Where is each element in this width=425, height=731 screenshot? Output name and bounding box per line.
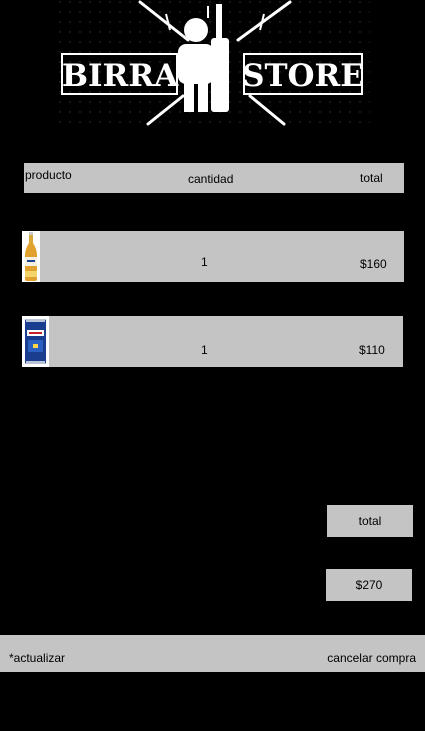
column-product: producto xyxy=(25,168,72,182)
cancel-purchase-button[interactable]: cancelar compra xyxy=(327,651,416,665)
row-quantity: 1 xyxy=(201,255,208,269)
total-label-box: total xyxy=(327,505,413,537)
birra-store-logo: BIRRA STORE xyxy=(58,0,370,128)
corona-bottle-image xyxy=(22,231,40,282)
update-link[interactable]: *actualizar xyxy=(9,651,65,665)
total-value-box: $270 xyxy=(326,569,412,601)
column-total: total xyxy=(360,171,383,185)
logo-word-birra: BIRRA xyxy=(62,58,179,94)
cart-row: 1 $110 xyxy=(22,316,403,367)
row-price: $110 xyxy=(359,343,385,357)
blue-can-image xyxy=(22,316,49,367)
row-price: $160 xyxy=(360,257,387,271)
cart-row: 1 $160 xyxy=(22,231,404,282)
total-value: $270 xyxy=(355,578,383,592)
column-quantity: cantidad xyxy=(188,172,234,186)
footer-bar: *actualizar cancelar compra xyxy=(0,635,425,672)
logo-word-store: STORE xyxy=(242,58,364,94)
row-quantity: 1 xyxy=(201,343,208,357)
total-label: total xyxy=(358,514,382,528)
table-header: producto cantidad total xyxy=(24,163,404,193)
